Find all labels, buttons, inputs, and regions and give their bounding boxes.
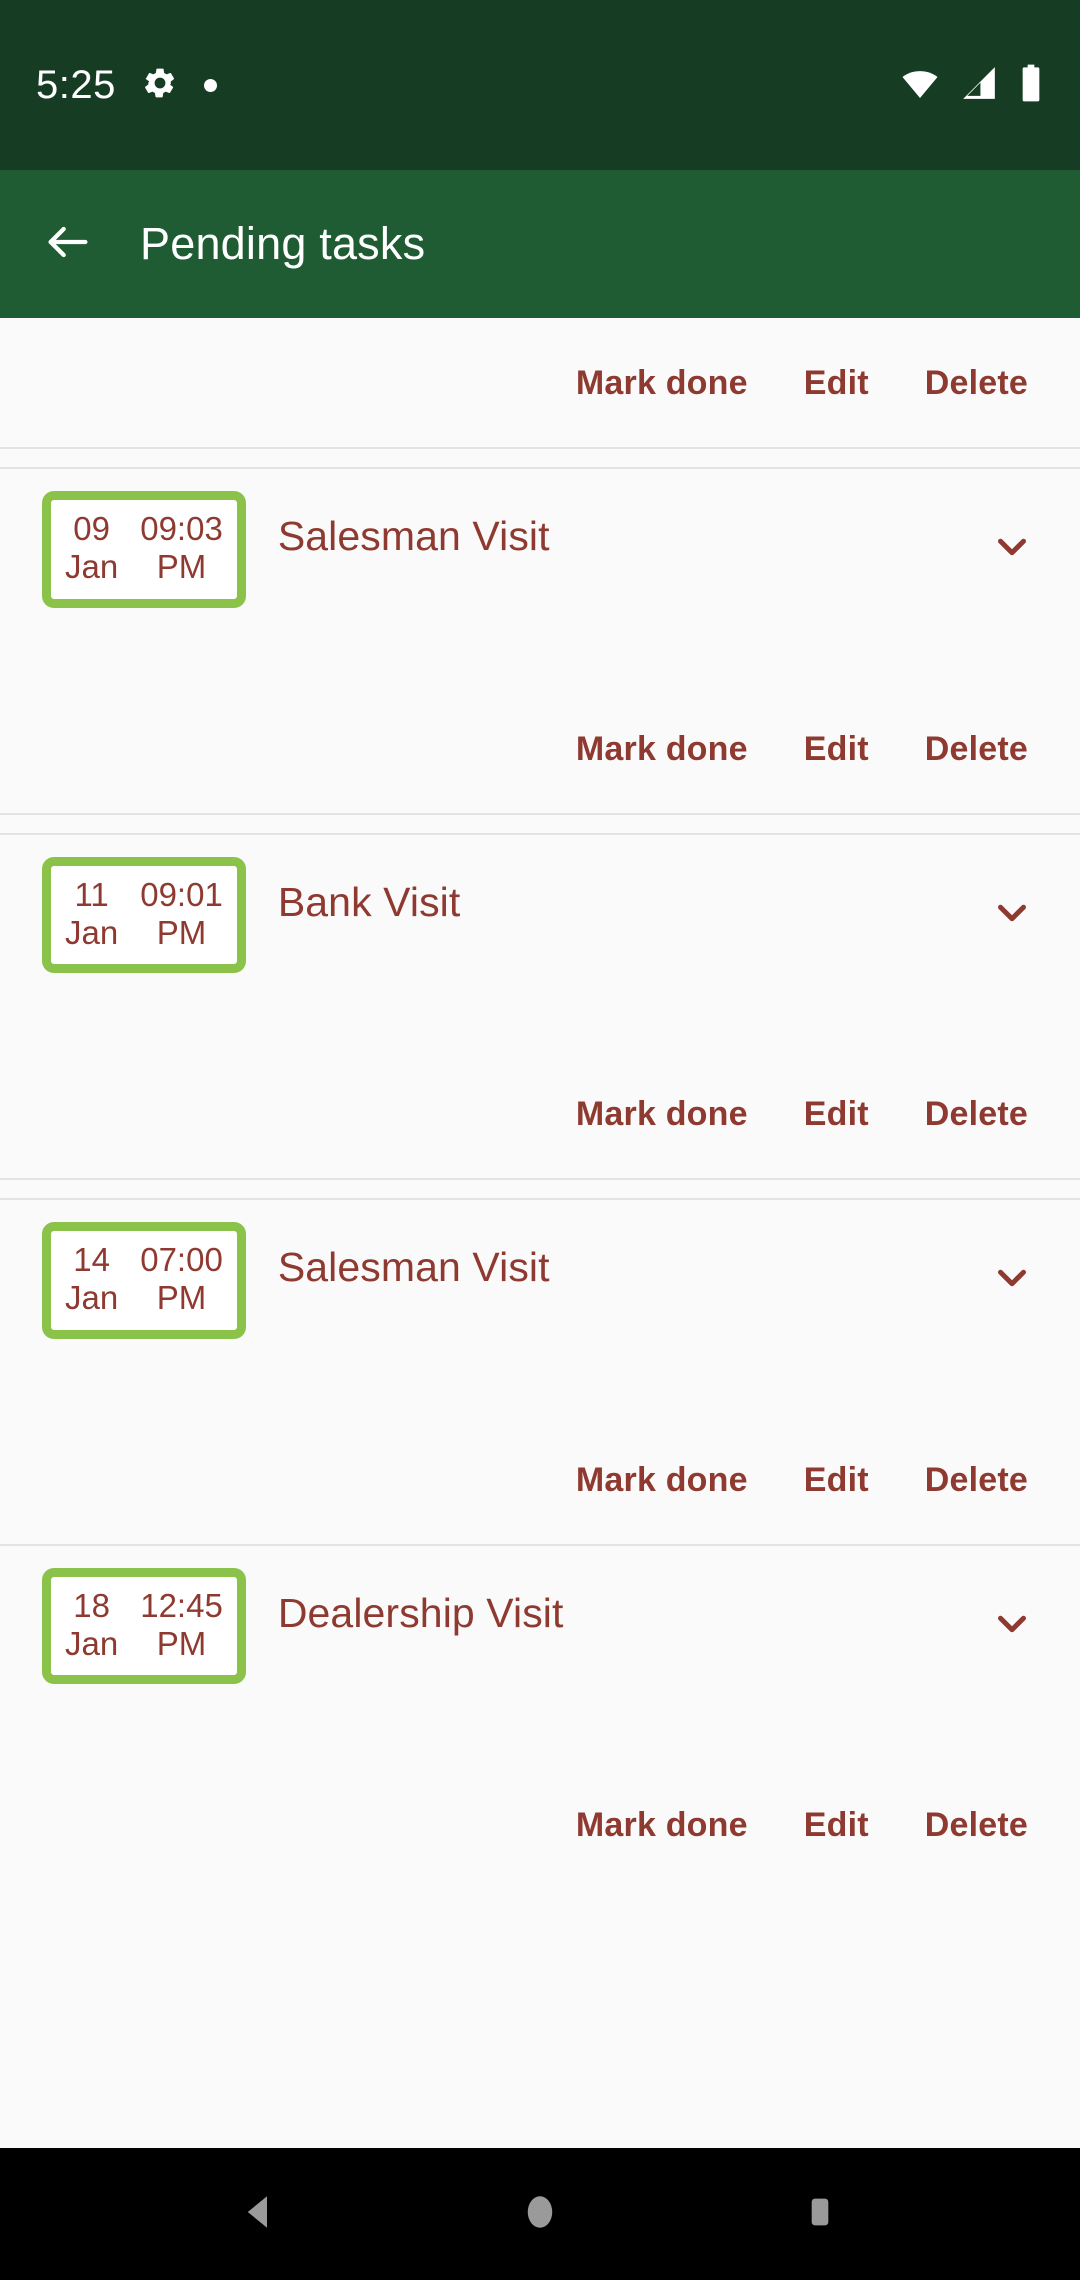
status-bar-right [900,63,1044,108]
task-date-badge: 14 Jan 07:00 PM [42,1222,246,1339]
task-row[interactable]: 11 Jan 09:01 PM Bank Visit [0,834,1080,974]
nav-back-button[interactable] [210,2164,310,2264]
system-navigation-bar [0,2148,1080,2280]
divider-gap [0,449,1080,467]
task-date-badge: 11 Jan 09:01 PM [42,856,246,974]
task-date-badge: 18 Jan 12:45 PM [42,1567,246,1685]
task-expand-button[interactable] [984,1568,1040,1651]
task-month: Jan [65,913,119,951]
task-date-badge: 09 Jan 09:03 PM [42,491,246,608]
task-time: 09:01 [140,875,223,913]
status-bar: 5:25 [0,0,1080,170]
home-circle-icon [519,2191,561,2238]
task-title: Bank Visit [277,878,461,925]
nav-home-button[interactable] [490,2164,590,2264]
task-title: Salesman Visit [277,1244,550,1291]
gear-icon [142,65,178,106]
task-spacer [0,973,1080,1050]
cellular-signal-icon [960,64,998,107]
task-time: 12:45 [140,1586,223,1624]
chevron-down-icon [989,1600,1035,1651]
task-list[interactable]: Mark done Edit Delete 09 Jan 09:03 PM Sa… [0,318,1080,2148]
edit-button[interactable]: Edit [804,1461,869,1500]
back-triangle-icon [239,2191,281,2238]
task-spacer [0,1684,1080,1761]
edit-button[interactable]: Edit [804,364,869,403]
task-row[interactable]: 09 Jan 09:03 PM Salesman Visit [0,469,1080,608]
task-date-column: 11 Jan [65,876,118,953]
recents-square-icon [800,2192,840,2237]
task-actions-row: Mark done Edit Delete [0,1049,1080,1179]
mark-done-button[interactable]: Mark done [576,1461,748,1500]
task-actions-row: Mark done Edit Delete [0,318,1080,447]
task-time-column: 09:03 PM [140,510,223,587]
task-date-column: 14 Jan [65,1241,118,1318]
edit-button[interactable]: Edit [804,1806,869,1845]
task-day: 14 [73,1241,110,1279]
chevron-down-icon [989,1254,1035,1305]
app-bar: Pending tasks [0,170,1080,318]
task-expand-button[interactable] [984,857,1040,940]
task-spacer [0,1338,1080,1415]
task-row[interactable]: 18 Jan 12:45 PM Dealership Visit [0,1545,1080,1685]
mark-done-button[interactable]: Mark done [576,1806,748,1845]
task-expand-button[interactable] [984,1222,1040,1305]
arrow-left-icon [42,216,94,273]
divider-gap [0,1180,1080,1199]
nav-recents-button[interactable] [770,2164,870,2264]
task-date-column: 18 Jan [65,1587,118,1664]
delete-button[interactable]: Delete [925,730,1028,769]
battery-icon [1018,63,1044,108]
task-date-column: 09 Jan [65,510,118,587]
task-actions-row: Mark done Edit Delete [0,1760,1080,1890]
chevron-down-icon [989,523,1035,574]
dot-indicator [203,78,217,92]
task-meridiem: PM [156,913,207,951]
delete-button[interactable]: Delete [925,1095,1028,1134]
task-day: 09 [73,510,110,547]
page-title: Pending tasks [140,218,426,269]
task-expand-button[interactable] [984,491,1040,574]
task-month: Jan [65,1279,119,1317]
mark-done-button[interactable]: Mark done [576,730,748,769]
task-time-column: 07:00 PM [140,1241,223,1318]
chevron-down-icon [989,889,1035,940]
mark-done-button[interactable]: Mark done [576,364,748,403]
task-actions-row: Mark done Edit Delete [0,683,1080,813]
task-meridiem: PM [156,1624,207,1662]
divider-gap [0,814,1080,833]
task-time: 07:00 [140,1241,223,1279]
task-month: Jan [65,548,119,586]
task-day: 18 [73,1586,110,1624]
task-time-column: 09:01 PM [140,876,223,953]
wifi-icon [900,63,940,108]
task-row[interactable]: 14 Jan 07:00 PM Salesman Visit [0,1200,1080,1339]
back-button[interactable] [40,216,96,272]
mark-done-button[interactable]: Mark done [576,1095,748,1134]
task-actions-row: Mark done Edit Delete [0,1414,1080,1544]
task-month: Jan [65,1624,119,1662]
edit-button[interactable]: Edit [804,730,869,769]
task-title: Salesman Visit [277,513,550,559]
phone-screen: 5:25 Pending tasks Mark done Edit Delete… [0,0,1080,2280]
delete-button[interactable]: Delete [925,364,1028,403]
delete-button[interactable]: Delete [925,1806,1028,1845]
delete-button[interactable]: Delete [925,1461,1028,1500]
task-spacer [0,607,1080,684]
task-title: Dealership Visit [277,1589,564,1636]
edit-button[interactable]: Edit [804,1095,869,1134]
status-clock: 5:25 [36,62,116,107]
task-meridiem: PM [156,1279,207,1317]
task-time-column: 12:45 PM [140,1587,223,1664]
task-meridiem: PM [156,548,207,586]
task-day: 11 [74,875,109,913]
status-bar-left: 5:25 [36,63,900,108]
task-time: 09:03 [140,510,223,547]
